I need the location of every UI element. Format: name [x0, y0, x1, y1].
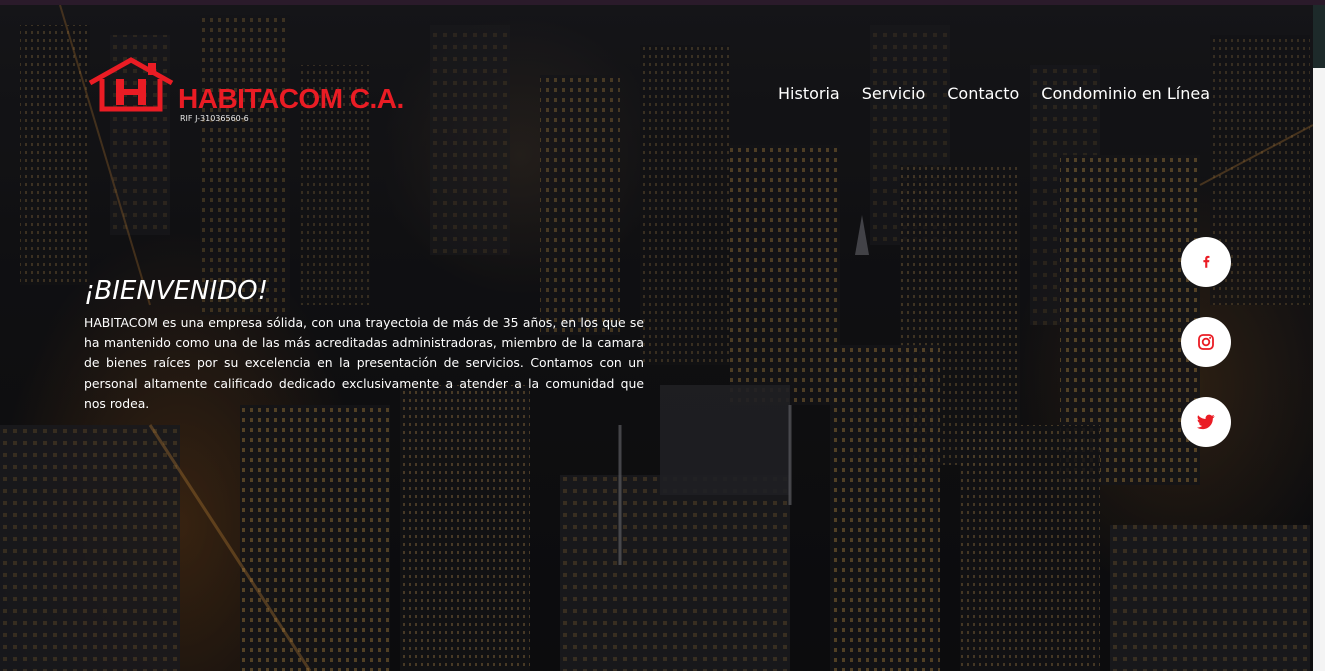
top-bar: [0, 0, 1325, 5]
scrollbar-corner: [1313, 5, 1325, 68]
rif-number: RIF J-31036560-6: [180, 114, 249, 123]
nav-link-contacto[interactable]: Contacto: [947, 83, 1019, 105]
nav-link-historia[interactable]: Historia: [778, 83, 840, 105]
nav-link-condominio-en-linea[interactable]: Condominio en Línea: [1041, 83, 1210, 105]
nav-link-servicio[interactable]: Servicio: [862, 83, 926, 105]
social-links: [1181, 237, 1231, 477]
welcome-section: ¡BIENVENIDO! HABITACOM es una empresa só…: [84, 273, 644, 414]
instagram-icon: [1198, 334, 1214, 350]
instagram-button[interactable]: [1181, 317, 1231, 367]
twitter-button[interactable]: [1181, 397, 1231, 447]
facebook-icon: [1203, 255, 1210, 268]
facebook-button[interactable]: [1181, 237, 1231, 287]
company-logo[interactable]: HABITACOM C.A. RIF J-31036560-6: [88, 57, 408, 127]
house-icon: [88, 57, 174, 112]
welcome-heading: ¡BIENVENIDO!: [84, 276, 269, 306]
twitter-icon: [1197, 414, 1215, 430]
welcome-text: HABITACOM es una empresa sólida, con una…: [84, 315, 644, 411]
main-nav: Historia Servicio Contacto Condominio en…: [778, 83, 1210, 105]
brand-name: HABITACOM C.A.: [178, 83, 404, 114]
scrollbar-track[interactable]: [1313, 5, 1325, 671]
page: HABITACOM C.A. RIF J-31036560-6 Historia…: [0, 0, 1325, 671]
hero-section: HABITACOM C.A. RIF J-31036560-6 Historia…: [0, 5, 1313, 671]
